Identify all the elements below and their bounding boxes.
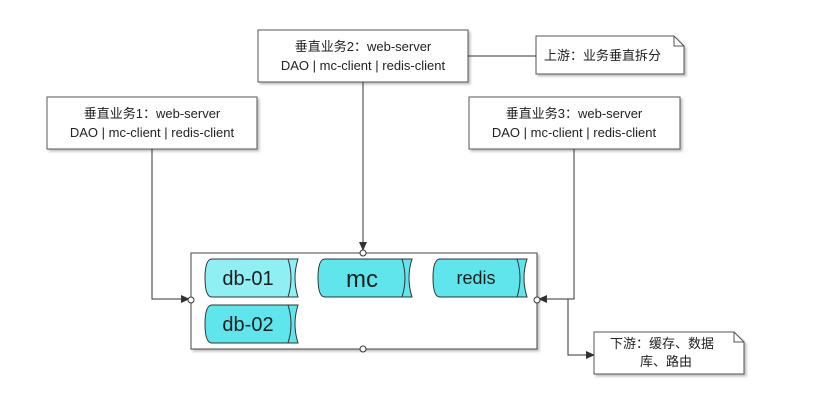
downstream-note-connector [567,299,595,359]
port-right [533,296,541,304]
port-bottom [359,345,367,353]
service-1-box: 垂直业务1：web-server DAO | mc-client | redis… [46,96,258,150]
upstream-note-text: 上游：业务垂直拆分 [544,48,661,63]
service-1-libs: DAO | mc-client | redis-client [70,125,235,140]
service-1-title: 垂直业务1：web-server [84,106,221,121]
downstream-note: 下游：缓存、数据 库、路由 [593,331,745,375]
port-left [187,296,195,304]
downstream-note-line-1: 下游：缓存、数据 [610,336,714,351]
architecture-diagram: 垂直业务2：web-server DAO | mc-client | redis… [46,29,745,375]
storage-db-02: db-02 [204,304,299,344]
storage-mc-label: mc [346,266,378,293]
port-top [359,249,367,257]
downstream-note-line-2: 库、路由 [640,354,692,369]
service-2-title: 垂直业务2：web-server [295,39,432,54]
storage-db-01-label: db-01 [222,268,273,290]
storage-db-01: db-01 [204,258,299,298]
service-3-title: 垂直业务3：web-server [506,106,643,121]
storage-redis: redis [432,258,528,298]
storage-mc: mc [317,258,413,298]
storage-redis-label: redis [456,268,495,288]
service-2-libs: DAO | mc-client | redis-client [281,58,446,73]
upstream-note: 上游：业务垂直拆分 [535,35,685,75]
storage-db-02-label: db-02 [222,314,273,336]
arrow-service-3-to-storage [538,149,575,303]
service-3-box: 垂直业务3：web-server DAO | mc-client | redis… [468,96,681,150]
arrow-service-1-to-storage [151,149,190,303]
service-2-box: 垂直业务2：web-server DAO | mc-client | redis… [257,29,469,83]
service-3-libs: DAO | mc-client | redis-client [492,125,657,140]
